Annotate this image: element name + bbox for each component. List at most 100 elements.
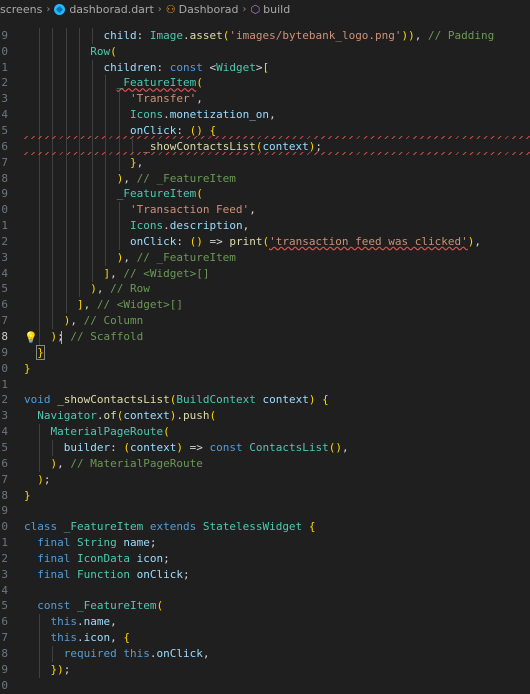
chevron-right-icon: › <box>157 3 162 15</box>
breadcrumb-class[interactable]: Dashborad <box>179 3 239 16</box>
code-text: final Function onClick; <box>37 567 190 581</box>
chevron-right-icon: › <box>242 3 247 15</box>
code-text: ), // Row <box>90 282 150 296</box>
line-number: 4 <box>1 583 8 597</box>
code-line[interactable]: 7 }, <box>0 154 530 171</box>
breadcrumb-method[interactable]: build <box>263 3 290 16</box>
line-number: 0 <box>1 361 8 375</box>
code-line[interactable]: 3 'Transfer', <box>0 91 530 108</box>
code-line[interactable]: 6 this.name, <box>0 614 530 631</box>
code-line[interactable]: 7 ); <box>0 472 530 488</box>
code-line[interactable]: 0 Row( <box>0 43 530 60</box>
code-line[interactable]: 2 final IconData icon; <box>0 551 530 567</box>
code-line[interactable]: 1 children: const <Widget>[ <box>0 59 530 76</box>
code-line[interactable]: 1 final String name; <box>0 535 530 551</box>
code-editor[interactable]: 9 child: Image.asset('images/bytebank_lo… <box>0 18 530 692</box>
code-line[interactable]: 1 <box>0 377 530 393</box>
breadcrumb-file[interactable]: dashborad.dart <box>69 3 153 16</box>
code-text: }, <box>129 155 144 169</box>
code-line[interactable]: 5 builder: (context) => const ContactsLi… <box>0 439 530 456</box>
line-number: 5 <box>1 282 8 296</box>
code-text: builder: (context) => const ContactsList… <box>63 440 349 454</box>
code-line[interactable]: 4 ], // <Widget>[] <box>0 265 530 282</box>
code-line[interactable]: 4 Icons.monetization_on, <box>0 107 530 124</box>
code-text: MaterialPageRoute( <box>50 425 170 439</box>
code-line[interactable]: 6 ), // MaterialPageRoute <box>0 455 530 472</box>
code-line[interactable]: 3 final Function onClick; <box>0 567 530 583</box>
line-number: 1 <box>1 536 8 550</box>
line-number: 5 <box>1 599 8 613</box>
line-number: 9 <box>1 662 8 676</box>
line-number: 4 <box>1 266 8 280</box>
code-line[interactable]: 6 _showContactsList(context); <box>0 138 530 155</box>
code-line[interactable]: 3 Navigator.of(context).push( <box>0 408 530 424</box>
code-line[interactable]: 5 onClick: () { <box>0 122 530 139</box>
text-cursor <box>61 331 62 344</box>
line-number: 1 <box>1 219 8 233</box>
code-line[interactable]: 5 ), // Row <box>0 281 530 298</box>
code-line[interactable]: 8 required this.onClick, <box>0 646 530 662</box>
code-text: _FeatureItem( <box>116 76 203 90</box>
code-text: Row( <box>90 44 117 58</box>
code-text: _FeatureItem( <box>116 187 203 201</box>
code-line[interactable]: 8} <box>0 488 530 504</box>
code-text: ], // <Widget>[] <box>76 298 183 312</box>
code-line[interactable]: 2 _FeatureItem( <box>0 75 530 92</box>
code-line[interactable]: 2 void _showContactsList(BuildContext con… <box>0 392 530 408</box>
breadcrumb: screens › dashborad.dart › ⚇ Dashborad ›… <box>0 0 530 18</box>
code-text: Navigator.of(context).push( <box>37 409 217 423</box>
line-number: 2 <box>1 551 8 565</box>
code-text: 'Transfer', <box>129 92 203 106</box>
code-text: this.name, <box>50 615 117 629</box>
code-text: final IconData icon; <box>37 551 170 565</box>
line-number: 9 <box>1 187 8 201</box>
code-line[interactable]: 3 ), // _FeatureItem <box>0 249 530 266</box>
code-line[interactable]: 9 }); <box>0 661 530 678</box>
code-line[interactable]: 1 Icons.description, <box>0 218 530 235</box>
code-line[interactable]: 9 } <box>0 344 530 361</box>
code-text: ], // <Widget>[] <box>103 266 210 280</box>
line-number: 0 <box>1 520 8 534</box>
code-line[interactable]: 9 <box>0 503 530 519</box>
lightbulb-icon[interactable]: 💡 <box>24 330 38 346</box>
line-number: 7 <box>1 314 8 328</box>
code-line[interactable]: 2 onClick: () => print('transaction feed… <box>0 233 530 250</box>
code-line[interactable]: 5 const _FeatureItem( <box>0 598 530 614</box>
code-line[interactable]: 0 'Transaction Feed', <box>0 202 530 219</box>
code-line[interactable]: 8 ), // _FeatureItem <box>0 170 530 187</box>
line-number: 2 <box>1 76 8 90</box>
code-line[interactable]: 0 class _FeatureItem extends StatelessWid… <box>0 519 530 535</box>
code-text: onClick: () => print('transaction feed w… <box>129 234 482 248</box>
breadcrumb-folder[interactable]: screens <box>0 3 42 16</box>
line-number: 9 <box>1 28 8 42</box>
line-number: 1 <box>1 377 8 391</box>
code-text: } <box>24 361 31 375</box>
code-line[interactable]: 7 this.icon, { <box>0 630 530 647</box>
line-number: 8 <box>1 330 8 343</box>
code-line[interactable]: 6 ], // <Widget>[] <box>0 297 530 314</box>
code-text: ); // Scaffold <box>50 330 144 343</box>
code-text: required this.onClick, <box>63 647 210 660</box>
line-number: 3 <box>1 567 8 581</box>
line-number: 4 <box>1 425 8 439</box>
line-number: 2 <box>1 393 8 407</box>
line-number: 0 <box>1 44 8 58</box>
code-line[interactable]: 7 ), // Column <box>0 313 530 330</box>
line-number: 4 <box>1 108 8 122</box>
code-line[interactable]: 9 _FeatureItem( <box>0 186 530 203</box>
line-number: 6 <box>1 615 8 629</box>
code-line[interactable]: 0} <box>0 361 530 377</box>
code-text: ), // MaterialPageRoute <box>50 456 203 470</box>
line-number: 8 <box>1 647 8 660</box>
line-number: 9 <box>1 504 8 518</box>
line-number: 5 <box>1 440 8 454</box>
code-text: child: Image.asset('images/bytebank_logo… <box>103 28 495 42</box>
code-line[interactable]: 4 MaterialPageRoute( <box>0 424 530 441</box>
code-line[interactable]: 9 child: Image.asset('images/bytebank_lo… <box>0 27 530 44</box>
line-number: 3 <box>1 250 8 264</box>
line-number: 7 <box>1 472 8 486</box>
code-text: }); <box>50 662 71 676</box>
code-line[interactable]: 4 <box>0 583 530 599</box>
code-line[interactable]: 8 ); // Scaffold 💡 <box>0 329 530 345</box>
code-text: const _FeatureItem( <box>37 599 164 613</box>
